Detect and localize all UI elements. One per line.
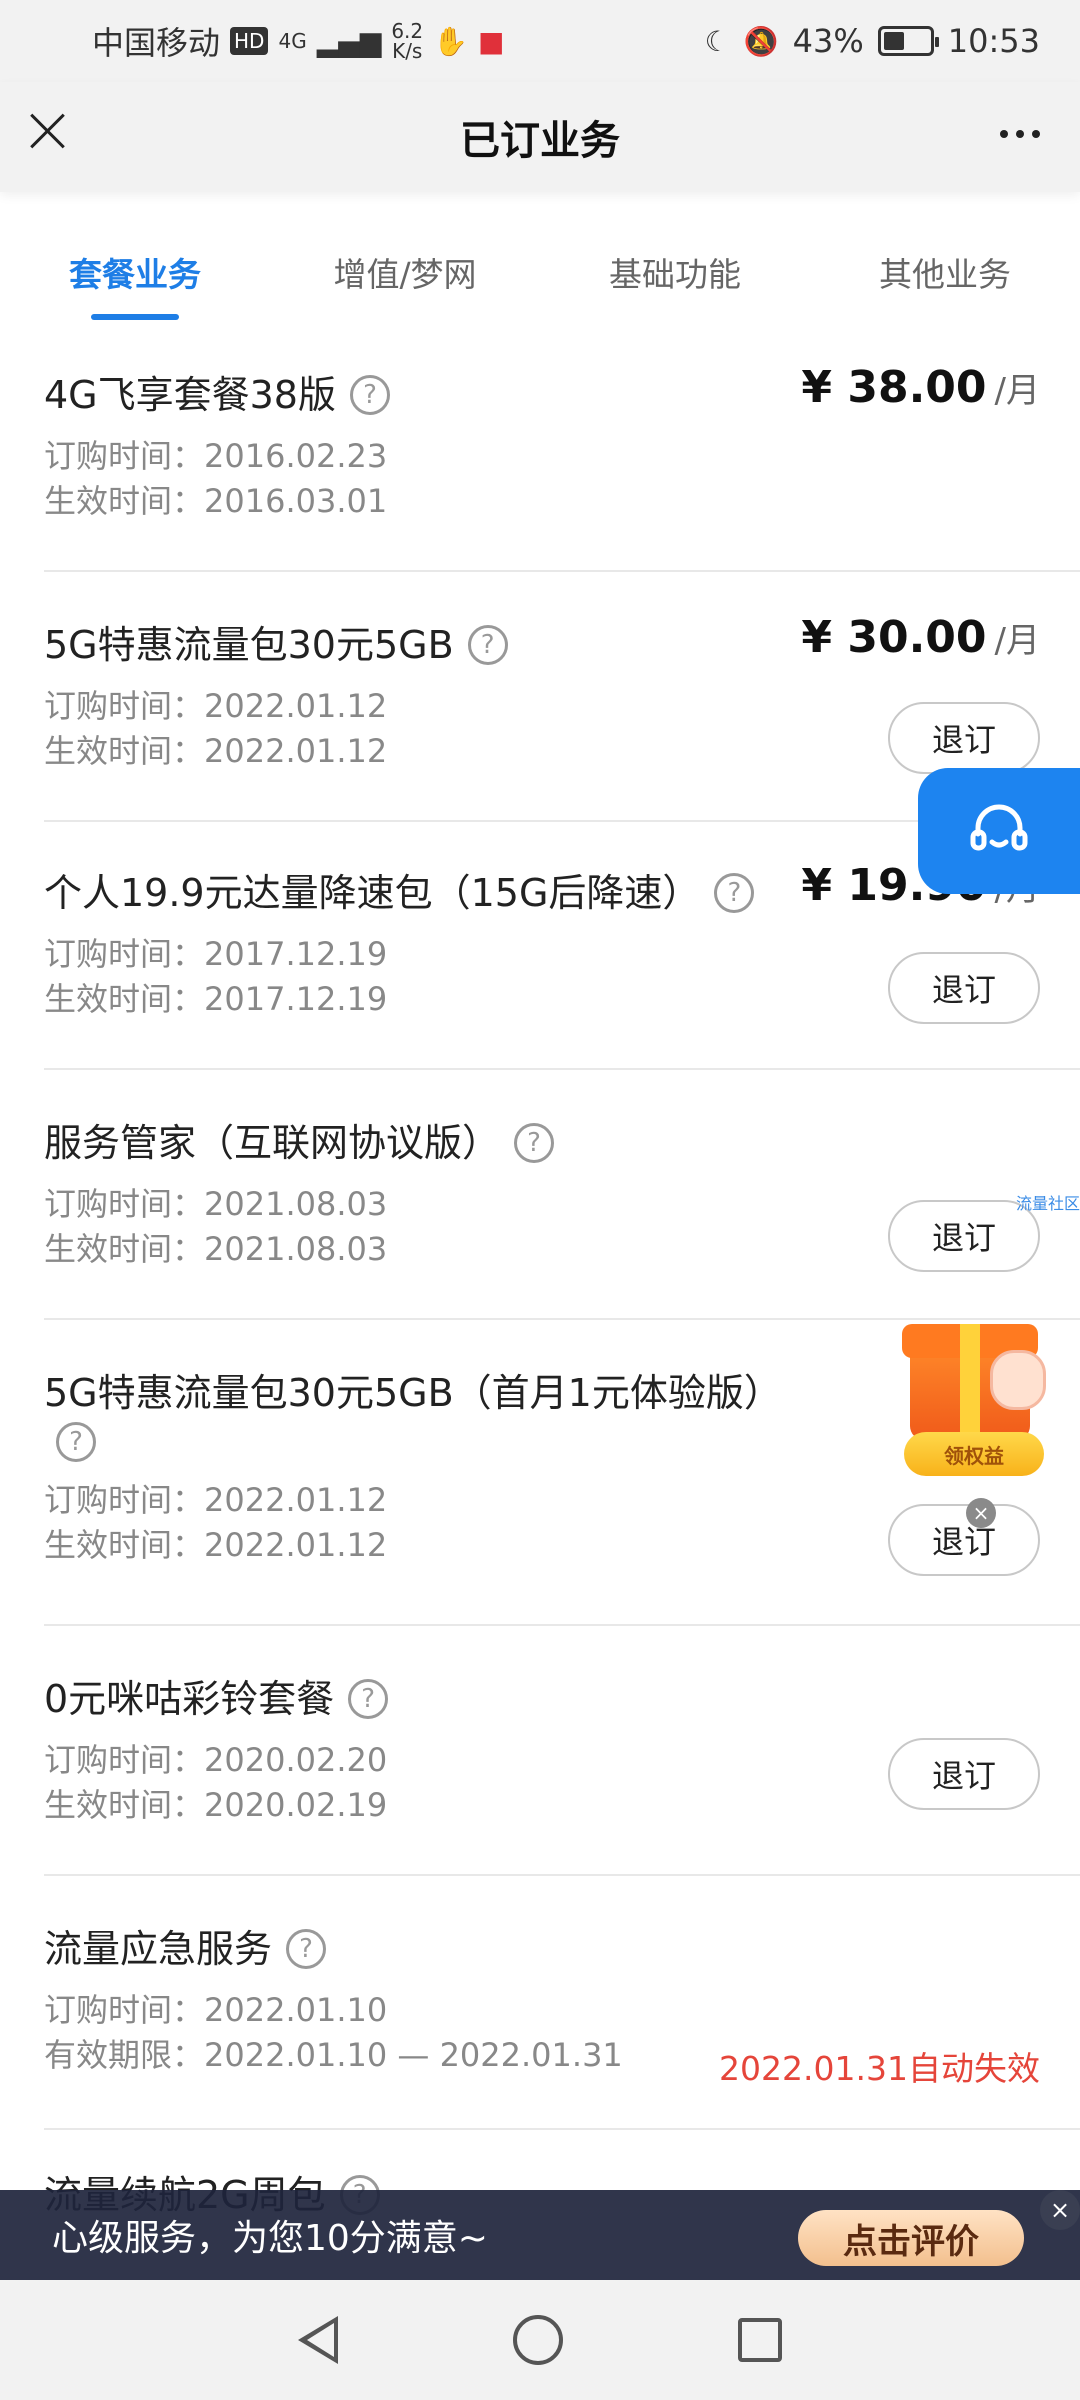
tab-value-added[interactable]: 增值/梦网 [270,230,540,320]
tab-package[interactable]: 套餐业务 [0,230,270,320]
hd-badge: HD [230,27,269,55]
more-options-icon[interactable] [1000,130,1040,138]
page-title: 已订业务 [460,118,620,164]
status-left: 中国移动 HD 4G ▂▄▆ 6.2 K/s ✋ ■ [92,18,504,64]
unsubscribe-button[interactable]: 退订 [888,702,1040,774]
headset-icon [970,804,1028,851]
item-price: ¥ 30.00/月 [801,612,1040,663]
close-icon[interactable] [26,110,68,152]
help-icon[interactable]: ? [56,1422,96,1462]
app-notification-icon: ■ [478,24,505,58]
help-icon[interactable]: ? [349,375,390,415]
help-icon[interactable]: ? [286,1929,327,1969]
category-tabs: 套餐业务 增值/梦网 基础功能 其他业务 [0,230,1080,320]
item-title: 服务管家（互联网协议版） [44,1121,501,1165]
gift-ribbon [960,1324,980,1440]
price-amount: ¥ 38.00 [801,362,987,413]
item-title: 5G特惠流量包30元5GB（首月1元体验版） [44,1371,782,1415]
system-nav-bar [0,2280,1080,2400]
unsubscribe-button[interactable]: 退订 [888,1504,1040,1576]
battery-percent: 43% [792,22,864,60]
feedback-banner: 心级服务，为您10分满意~ 点击评价 [0,2190,1080,2280]
clock: 10:53 [947,22,1040,60]
recent-apps-icon[interactable] [738,2318,782,2362]
top-nav-bar: 已订业务 [0,82,1080,192]
speed-unit: K/s [392,39,423,63]
network-speed: 6.2 K/s [391,21,423,61]
help-icon[interactable]: ? [348,1679,389,1719]
close-icon[interactable]: × [966,1498,996,1528]
close-icon[interactable]: × [1040,2190,1080,2230]
battery-icon [877,26,939,56]
network-indicator: 4G [278,29,307,53]
customer-service-button[interactable] [918,768,1080,894]
list-item: 流量应急服务 ? 订购时间：2022.01.10 有效期限：2022.01.10… [44,1876,1080,2130]
item-price: ¥ 38.00/月 [801,362,1040,413]
help-icon[interactable]: ? [467,625,508,665]
moon-icon: ☾ [704,24,730,58]
back-icon[interactable] [298,2316,338,2364]
signal-icon: ▂▄▆ [316,24,382,58]
price-amount: ¥ 30.00 [801,612,987,663]
price-unit: /月 [994,371,1040,411]
claim-benefits-label[interactable]: 领权益 [904,1432,1044,1476]
list-item: 0元咪咕彩铃套餐 ? 订购时间：2020.02.20 生效时间：2020.02.… [44,1626,1080,1876]
status-bar: 中国移动 HD 4G ▂▄▆ 6.2 K/s ✋ ■ ☾ 🔕 43% 10:53 [0,0,1080,82]
item-title: 流量应急服务 [44,1927,273,1971]
unsubscribe-button[interactable]: 退订 [888,1738,1040,1810]
item-title: 个人19.9元达量降速包（15G后降速） [44,871,701,915]
carrier-label: 中国移动 [92,24,221,62]
benefits-gift-widget[interactable]: 领权益 [898,1310,1068,1480]
subscription-list: 4G飞享套餐38版 ? 订购时间：2016.02.23 生效时间：2016.03… [0,320,1080,2230]
unsubscribe-button[interactable]: 退订 [888,952,1040,1024]
list-item: 4G飞享套餐38版 ? 订购时间：2016.02.23 生效时间：2016.03… [44,320,1080,572]
order-date: 订购时间：2016.02.23 [44,437,388,475]
item-title: 4G飞享套餐38版 [44,373,336,417]
item-title: 5G特惠流量包30元5GB [44,623,454,667]
banner-text: 心级服务，为您10分满意~ [52,2218,488,2259]
tab-basic-functions[interactable]: 基础功能 [540,230,810,320]
effective-date: 生效时间：2016.03.01 [44,482,388,520]
status-right: ☾ 🔕 43% 10:53 [705,22,1040,60]
item-title: 0元咪咕彩铃套餐 [44,1677,335,1721]
home-icon[interactable] [513,2315,563,2365]
tab-other-services[interactable]: 其他业务 [810,230,1080,320]
order-date: 订购时间：2022.01.10 [44,1991,388,2029]
pointing-hand-icon [990,1350,1046,1410]
rate-button[interactable]: 点击评价 [798,2210,1024,2266]
hand-icon: ✋ [433,24,468,58]
mute-icon: 🔕 [743,24,779,58]
help-icon[interactable]: ? [514,1123,555,1163]
price-unit: /月 [994,621,1040,661]
list-item: 服务管家（互联网协议版） ? 订购时间：2021.08.03 生效时间：2021… [44,1070,1080,1320]
community-tag[interactable]: 流量社区 [1016,1190,1080,1214]
help-icon[interactable]: ? [714,873,755,913]
expire-note: 2022.01.31自动失效 [719,2049,1040,2088]
